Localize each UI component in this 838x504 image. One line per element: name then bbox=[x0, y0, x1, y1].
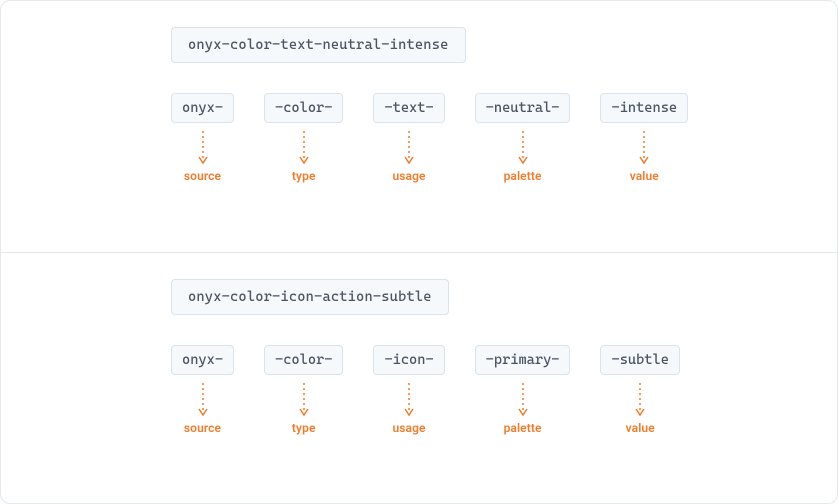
arrow-down-icon bbox=[198, 383, 208, 417]
parts-row: onyx- source -color- type -icon- usage bbox=[171, 345, 817, 435]
arrow-down-icon bbox=[198, 131, 208, 165]
arrow-down-icon bbox=[404, 383, 414, 417]
part-col-palette: -primary- palette bbox=[475, 345, 571, 435]
part-label: value bbox=[626, 421, 655, 435]
part-label: type bbox=[292, 169, 316, 183]
part-col-value: -subtle value bbox=[600, 345, 679, 435]
part-chip: -text- bbox=[373, 93, 444, 123]
arrow-down-icon bbox=[404, 131, 414, 165]
part-col-type: -color- type bbox=[264, 345, 343, 435]
full-token-chip: onyx-color-icon-action-subtle bbox=[171, 279, 449, 315]
arrow-down-icon bbox=[518, 131, 528, 165]
part-col-palette: -neutral- palette bbox=[475, 93, 571, 183]
part-chip: -color- bbox=[264, 93, 343, 123]
example-section-2: onyx-color-icon-action-subtle onyx- sour… bbox=[1, 253, 837, 504]
part-chip: -primary- bbox=[475, 345, 571, 375]
part-col-source: onyx- source bbox=[171, 345, 234, 435]
full-token-chip: onyx-color-text-neutral-intense bbox=[171, 27, 466, 63]
part-chip: -icon- bbox=[373, 345, 444, 375]
part-label: usage bbox=[392, 169, 425, 183]
part-chip: -neutral- bbox=[475, 93, 571, 123]
part-label: source bbox=[184, 421, 221, 435]
part-label: usage bbox=[392, 421, 425, 435]
parts-row: onyx- source -color- type -text- bbox=[171, 93, 817, 183]
part-chip: onyx- bbox=[171, 345, 234, 375]
arrow-down-icon bbox=[518, 383, 528, 417]
part-label: palette bbox=[504, 169, 542, 183]
arrow-down-icon bbox=[635, 383, 645, 417]
part-chip: -subtle bbox=[600, 345, 679, 375]
arrow-down-icon bbox=[299, 131, 309, 165]
arrow-down-icon bbox=[299, 383, 309, 417]
part-label: palette bbox=[504, 421, 542, 435]
part-col-usage: -icon- usage bbox=[373, 345, 444, 435]
part-label: value bbox=[630, 169, 659, 183]
part-label: source bbox=[184, 169, 221, 183]
arrow-down-icon bbox=[639, 131, 649, 165]
part-col-usage: -text- usage bbox=[373, 93, 444, 183]
part-chip: -intense bbox=[600, 93, 688, 123]
diagram-canvas: onyx-color-text-neutral-intense onyx- so… bbox=[0, 0, 838, 504]
part-chip: -color- bbox=[264, 345, 343, 375]
part-label: type bbox=[292, 421, 316, 435]
part-col-value: -intense value bbox=[600, 93, 688, 183]
part-col-type: -color- type bbox=[264, 93, 343, 183]
example-section-1: onyx-color-text-neutral-intense onyx- so… bbox=[1, 1, 837, 252]
part-col-source: onyx- source bbox=[171, 93, 234, 183]
part-chip: onyx- bbox=[171, 93, 234, 123]
